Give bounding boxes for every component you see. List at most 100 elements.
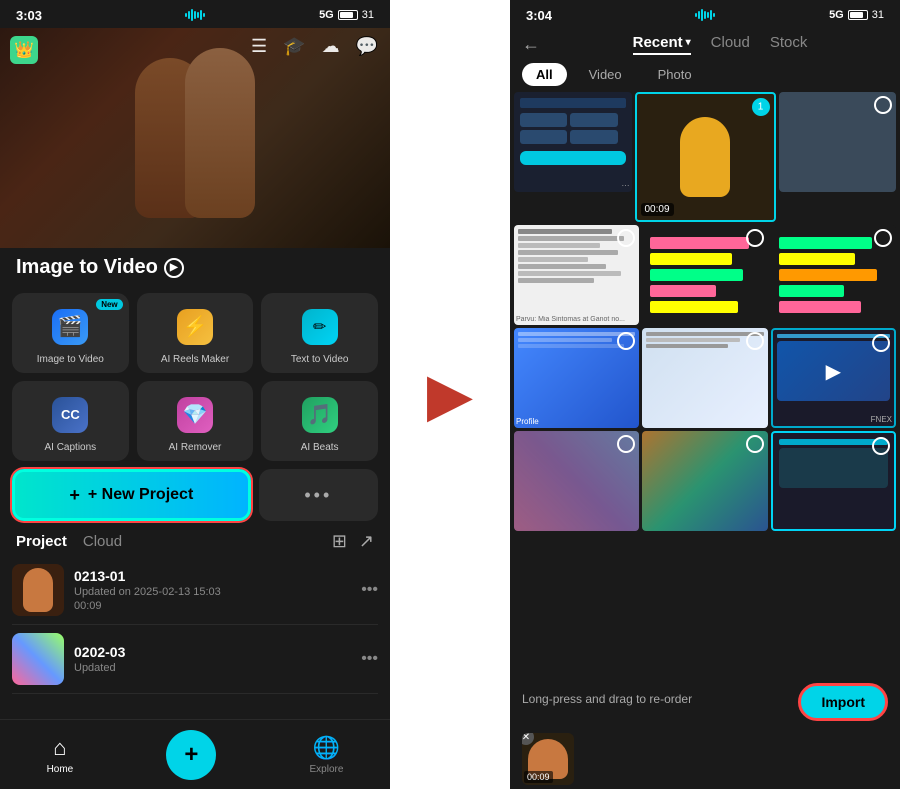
arrow-section: ▶	[390, 0, 510, 789]
feature-label-ai-captions: AI Captions	[44, 442, 96, 453]
bottom-nav: ⌂ Home + 🌐 Explore	[0, 719, 390, 789]
chevron-down-icon: ▾	[686, 37, 691, 48]
right-signal: 5G	[829, 9, 844, 21]
media-cell-screenshot[interactable]: ···	[514, 92, 632, 192]
media-select-indicator	[746, 332, 764, 350]
more-button[interactable]: •••	[259, 469, 378, 521]
right-status-right: 5G 31	[829, 9, 884, 21]
project-header: Project Cloud ⊞ ↗	[16, 531, 374, 552]
left-signal: 5G	[319, 9, 334, 21]
selected-thumb-1[interactable]: ✕ 00:09	[522, 733, 574, 785]
tab-stock[interactable]: Stock	[770, 34, 808, 55]
project-list: 0213-01 Updated on 2025-02-13 15:03 00:0…	[0, 556, 390, 694]
feature-image-to-video[interactable]: New 🎬 Image to Video	[12, 293, 129, 373]
import-button[interactable]: Import	[798, 683, 888, 721]
thumb-person-fig	[23, 568, 53, 612]
project-thumb-1	[12, 564, 64, 616]
feature-ai-beats[interactable]: 🎵 AI Beats	[261, 381, 378, 461]
feature-grid: New 🎬 Image to Video ⚡ AI Reels Maker ✏ …	[0, 293, 390, 461]
left-time: 3:03	[16, 8, 42, 23]
right-header: ← Recent ▾ Cloud Stock	[510, 28, 900, 59]
media-select-indicator: 1	[752, 98, 770, 116]
project-info-2: 0202-03 Updated	[74, 644, 351, 674]
left-battery-pct: 31	[362, 9, 374, 21]
media-cell-person-selected[interactable]: 00:09 1	[635, 92, 776, 222]
media-cell-bars1[interactable]	[642, 225, 767, 325]
project-item[interactable]: 0202-03 Updated •••	[12, 625, 378, 694]
share-icon[interactable]: ↗	[359, 531, 374, 552]
tab-cloud[interactable]: Cloud	[83, 533, 122, 550]
feature-label-ai-beats: AI Beats	[301, 442, 339, 453]
dots-icon: •••	[304, 485, 332, 506]
project-more-icon-2[interactable]: •••	[361, 650, 378, 668]
media-cell-teal[interactable]: ▶ FNEX	[771, 328, 896, 428]
ai-reels-icon: ⚡	[177, 309, 213, 345]
media-cell-bars2[interactable]	[771, 225, 896, 325]
ai-beats-icon: 🎵	[302, 397, 338, 433]
project-thumb-2	[12, 633, 64, 685]
left-battery	[338, 10, 358, 20]
right-arrow-icon: ▶	[427, 360, 473, 430]
right-time: 3:04	[526, 8, 552, 23]
media-row-4	[514, 431, 896, 531]
media-cell-teal2[interactable]	[771, 431, 896, 531]
feature-text-to-video[interactable]: ✏ Text to Video	[261, 293, 378, 373]
reorder-hint: Long-press and drag to re-order	[522, 692, 692, 706]
feature-label-image-to-video: Image to Video	[37, 354, 104, 365]
new-project-button[interactable]: + + New Project	[12, 469, 251, 521]
filter-video[interactable]: Video	[575, 63, 636, 86]
project-name-2: 0202-03	[74, 644, 351, 660]
tab-project[interactable]: Project	[16, 533, 67, 550]
thumb-colorful-fig	[12, 633, 64, 685]
remove-thumb-icon[interactable]: ✕	[522, 733, 534, 745]
media-select-indicator	[874, 96, 892, 114]
feature-icon-area: 🎬	[52, 303, 88, 350]
text-to-video-icon: ✏	[302, 309, 338, 345]
project-item[interactable]: 0213-01 Updated on 2025-02-13 15:03 00:0…	[12, 556, 378, 625]
selected-strip: ✕ 00:09	[510, 729, 900, 789]
media-cell-doc1[interactable]: Parvu: Mia Sintomas at Ganot no...	[514, 225, 639, 325]
new-badge: New	[96, 299, 122, 310]
right-battery-pct: 31	[872, 9, 884, 21]
feature-icon-area: ⚡	[177, 303, 213, 350]
media-select-indicator	[746, 435, 764, 453]
media-cell-blur1[interactable]	[514, 431, 639, 531]
project-more-icon[interactable]: •••	[361, 581, 378, 599]
nav-add-button[interactable]: +	[166, 730, 216, 780]
media-cell-light[interactable]	[642, 328, 767, 428]
ai-captions-icon: CC	[52, 397, 88, 433]
header-tabs: Recent ▾ Cloud Stock	[552, 34, 888, 55]
project-section: Project Cloud ⊞ ↗	[0, 521, 390, 556]
grid-icon[interactable]: ⊞	[332, 531, 347, 552]
left-status-right: 5G 31	[319, 9, 374, 21]
tab-recent[interactable]: Recent ▾	[633, 34, 691, 55]
project-tabs: Project Cloud	[16, 533, 122, 550]
media-grid: ··· 00:09 1	[510, 92, 900, 675]
nav-home-label: Home	[47, 764, 74, 775]
hero-title-area: Image to Video ▶	[0, 248, 390, 285]
nav-home[interactable]: ⌂ Home	[47, 735, 74, 775]
filter-all[interactable]: All	[522, 63, 567, 86]
left-status-bar: 3:03 5G 31	[0, 0, 390, 28]
info-icon[interactable]: ▶	[164, 258, 184, 278]
filter-photo[interactable]: Photo	[644, 63, 706, 86]
tab-cloud[interactable]: Cloud	[711, 34, 750, 55]
media-cell-blue1[interactable]: Profile	[514, 328, 639, 428]
media-row-2: Parvu: Mia Sintomas at Ganot no...	[514, 225, 896, 325]
project-date-1: Updated on 2025-02-13 15:03	[74, 586, 351, 598]
nav-explore-label: Explore	[310, 764, 344, 775]
feature-ai-captions[interactable]: CC AI Captions	[12, 381, 129, 461]
filter-row: All Video Photo	[510, 59, 900, 92]
left-phone: 3:03 5G 31 👑 ☰ 🎓 ☁ 💬	[0, 0, 390, 789]
feature-icon-area: CC	[52, 391, 88, 438]
hero-image: 👑 ☰ 🎓 ☁ 💬	[0, 28, 390, 248]
back-button[interactable]: ←	[522, 34, 540, 55]
thumb-duration: 00:09	[524, 771, 553, 783]
hero-title: Image to Video ▶	[16, 256, 374, 279]
media-cell-dark[interactable]	[779, 92, 897, 192]
nav-explore[interactable]: 🌐 Explore	[310, 735, 344, 775]
feature-ai-reels[interactable]: ⚡ AI Reels Maker	[137, 293, 254, 373]
feature-ai-remover[interactable]: 💎 AI Remover	[137, 381, 254, 461]
media-cell-blur2[interactable]	[642, 431, 767, 531]
right-waveform-icon	[695, 8, 715, 22]
